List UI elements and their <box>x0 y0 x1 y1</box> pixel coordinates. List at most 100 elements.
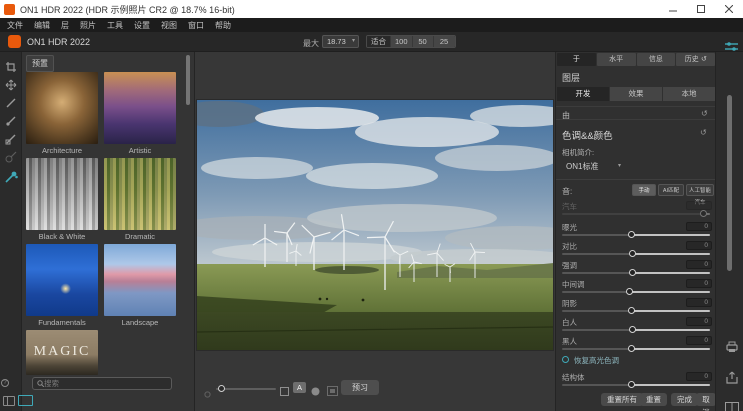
zoom-100-button[interactable]: 100 <box>391 36 413 47</box>
frame-view-icon[interactable] <box>327 383 338 401</box>
slider-label: 曝光 <box>562 222 577 233</box>
export-icon[interactable] <box>724 370 740 384</box>
slider-knob[interactable] <box>628 381 635 388</box>
tab-info[interactable]: 信息 <box>637 53 676 66</box>
preset-tile-architecture[interactable] <box>26 72 98 144</box>
preset-tile-magic[interactable]: MAGIC <box>26 330 98 375</box>
zoom-25-button[interactable]: 25 <box>434 36 455 47</box>
slider-knob[interactable] <box>629 269 636 276</box>
canvas-zoom-knob[interactable] <box>218 385 225 392</box>
slider-value[interactable]: 0 <box>686 279 712 288</box>
zoom-out-icon[interactable] <box>204 385 211 403</box>
fit-button[interactable]: 适合 <box>367 36 391 47</box>
slider-label: 对比 <box>562 241 577 252</box>
presets-panel-icon[interactable] <box>18 395 33 406</box>
search-input[interactable] <box>44 379 167 388</box>
reset-icon[interactable]: ↻ <box>701 109 708 118</box>
soft-proof-icon[interactable] <box>311 383 320 401</box>
close-button[interactable] <box>715 0 743 18</box>
preset-tile-black-white[interactable] <box>26 158 98 230</box>
slider-value[interactable]: 0 <box>686 298 712 307</box>
preview-button[interactable]: 预习 <box>341 380 379 395</box>
slider-knob[interactable] <box>628 345 635 352</box>
canvas-zoom-slider[interactable] <box>216 388 276 390</box>
slider-value[interactable]: 0 <box>686 241 712 250</box>
preset-tile-landscape[interactable] <box>104 244 176 316</box>
minimize-button[interactable] <box>659 0 687 18</box>
tab-local[interactable]: 本地 <box>663 87 715 101</box>
tab-levels[interactable]: 水平 <box>597 53 636 66</box>
slider-value[interactable]: 0 <box>686 317 712 326</box>
menu-file[interactable]: 文件 <box>7 20 23 31</box>
menu-bar: 文件 编辑 层 照片 工具 设置 视图 窗口 帮助 <box>0 18 743 32</box>
reset-all-button[interactable]: 重置所有 <box>601 393 643 406</box>
tab-history[interactable]: 历史 ↻ <box>676 53 715 66</box>
slider-track[interactable] <box>562 329 710 331</box>
slider-track[interactable] <box>562 291 710 293</box>
presets-tab[interactable]: 预置 <box>26 55 54 72</box>
canvas-photo[interactable] <box>197 100 553 350</box>
menu-edit[interactable]: 编辑 <box>34 20 50 31</box>
slider-track[interactable] <box>562 253 710 255</box>
slider-value[interactable]: 0 <box>686 222 712 231</box>
adjust-panel-icon[interactable] <box>724 40 739 52</box>
camera-profile-dropdown[interactable]: ON1标准 <box>566 161 598 172</box>
tone-manual-button[interactable]: 手动 <box>632 184 656 196</box>
slider-value[interactable]: 0 <box>686 372 712 381</box>
move-tool-icon[interactable] <box>4 78 18 92</box>
zoom-value-dropdown[interactable]: 18.73▾ <box>322 35 359 48</box>
recover-highlights-toggle[interactable]: 恢复高光色调 <box>556 354 716 366</box>
ai-mask-tool-icon[interactable] <box>4 170 18 184</box>
tone-color-reset-icon[interactable]: ↻ <box>700 128 707 137</box>
slider-knob[interactable] <box>626 288 633 295</box>
menu-view[interactable]: 视图 <box>161 20 177 31</box>
maximize-button[interactable] <box>687 0 715 18</box>
menu-photo[interactable]: 照片 <box>80 20 96 31</box>
tone-ai-match-button[interactable]: AI匹配 <box>658 184 684 196</box>
crop-tool-icon[interactable] <box>4 60 18 74</box>
refine-tool-icon[interactable] <box>4 150 18 164</box>
slider-value[interactable]: 0 <box>686 336 712 345</box>
preset-tile-fundamentals[interactable] <box>26 244 98 316</box>
slider-track[interactable] <box>562 348 710 350</box>
slider-track[interactable] <box>562 384 710 386</box>
collapsed-pane-row[interactable]: 由 ↻ <box>556 106 716 120</box>
menu-tools[interactable]: 工具 <box>107 20 123 31</box>
tone-color-title[interactable]: 色调&&颜色 <box>562 128 613 142</box>
slider-knob[interactable] <box>628 231 635 238</box>
slider-value[interactable]: 0 <box>686 260 712 269</box>
cancel-button[interactable]: 取消 <box>696 393 716 406</box>
split-view-icon[interactable] <box>724 400 740 411</box>
slider-track[interactable] <box>562 234 710 236</box>
masking-brush-tool-icon[interactable] <box>4 132 18 146</box>
tab-navigator[interactable]: 于 <box>557 53 596 66</box>
menu-layer[interactable]: 层 <box>61 20 69 31</box>
preset-tile-artistic[interactable] <box>104 72 176 144</box>
slider-track[interactable] <box>562 310 710 312</box>
zoom-50-button[interactable]: 50 <box>413 36 434 47</box>
tab-effects[interactable]: 效果 <box>610 87 662 101</box>
menu-settings[interactable]: 设置 <box>134 20 150 31</box>
tab-develop[interactable]: 开发 <box>557 87 609 101</box>
compare-checkbox-icon[interactable] <box>280 383 289 401</box>
tone-ai-auto-button[interactable]: 人工智能汽车 <box>686 184 714 196</box>
preset-tile-dramatic[interactable] <box>104 158 176 230</box>
done-button[interactable]: 完成 <box>671 393 698 406</box>
title-bar: ON1 HDR 2022 (HDR 示例照片 CR2 @ 18.7% 16-bi… <box>0 0 743 18</box>
help-icon[interactable]: ? <box>1 379 9 387</box>
slider-knob[interactable] <box>629 250 636 257</box>
menu-help[interactable]: 帮助 <box>215 20 231 31</box>
perfect-brush-tool-icon[interactable] <box>4 114 18 128</box>
brush-tool-icon[interactable] <box>4 96 18 110</box>
history-undo-icon: ↻ <box>701 53 707 66</box>
presets-scrollbar[interactable] <box>186 55 190 105</box>
slider-track[interactable] <box>562 272 710 274</box>
slider-knob[interactable] <box>628 307 635 314</box>
preview-a-button[interactable]: A <box>293 382 306 393</box>
menu-window[interactable]: 窗口 <box>188 20 204 31</box>
printer-icon[interactable] <box>724 340 740 354</box>
right-panel-scrollbar[interactable] <box>727 95 732 271</box>
slider-knob[interactable] <box>629 326 636 333</box>
reset-button[interactable]: 重置 <box>640 393 667 406</box>
browse-panel-icon[interactable] <box>3 396 15 406</box>
